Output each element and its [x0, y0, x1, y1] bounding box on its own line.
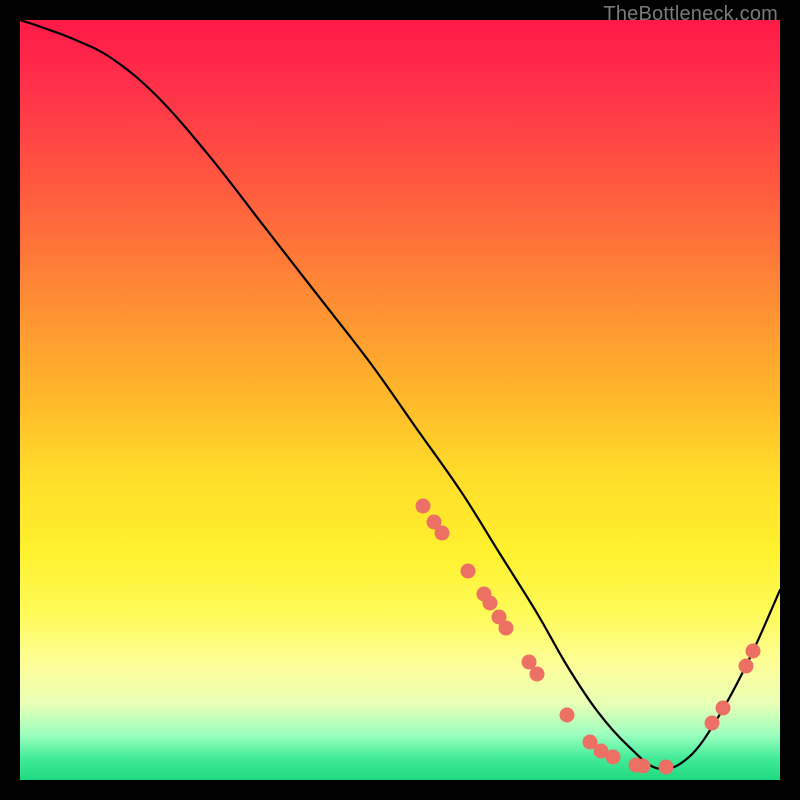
data-point: [636, 759, 651, 774]
data-point: [415, 499, 430, 514]
data-point: [461, 564, 476, 579]
plot-area: [20, 20, 780, 780]
data-point: [529, 666, 544, 681]
data-point: [746, 643, 761, 658]
data-point: [482, 595, 497, 610]
data-point: [704, 716, 719, 731]
data-point: [434, 526, 449, 541]
points-layer: [20, 20, 780, 780]
data-point: [716, 700, 731, 715]
data-point: [659, 760, 674, 775]
data-point: [499, 621, 514, 636]
data-point: [738, 659, 753, 674]
data-point: [560, 708, 575, 723]
chart-stage: TheBottleneck.com: [0, 0, 800, 800]
data-point: [605, 750, 620, 765]
